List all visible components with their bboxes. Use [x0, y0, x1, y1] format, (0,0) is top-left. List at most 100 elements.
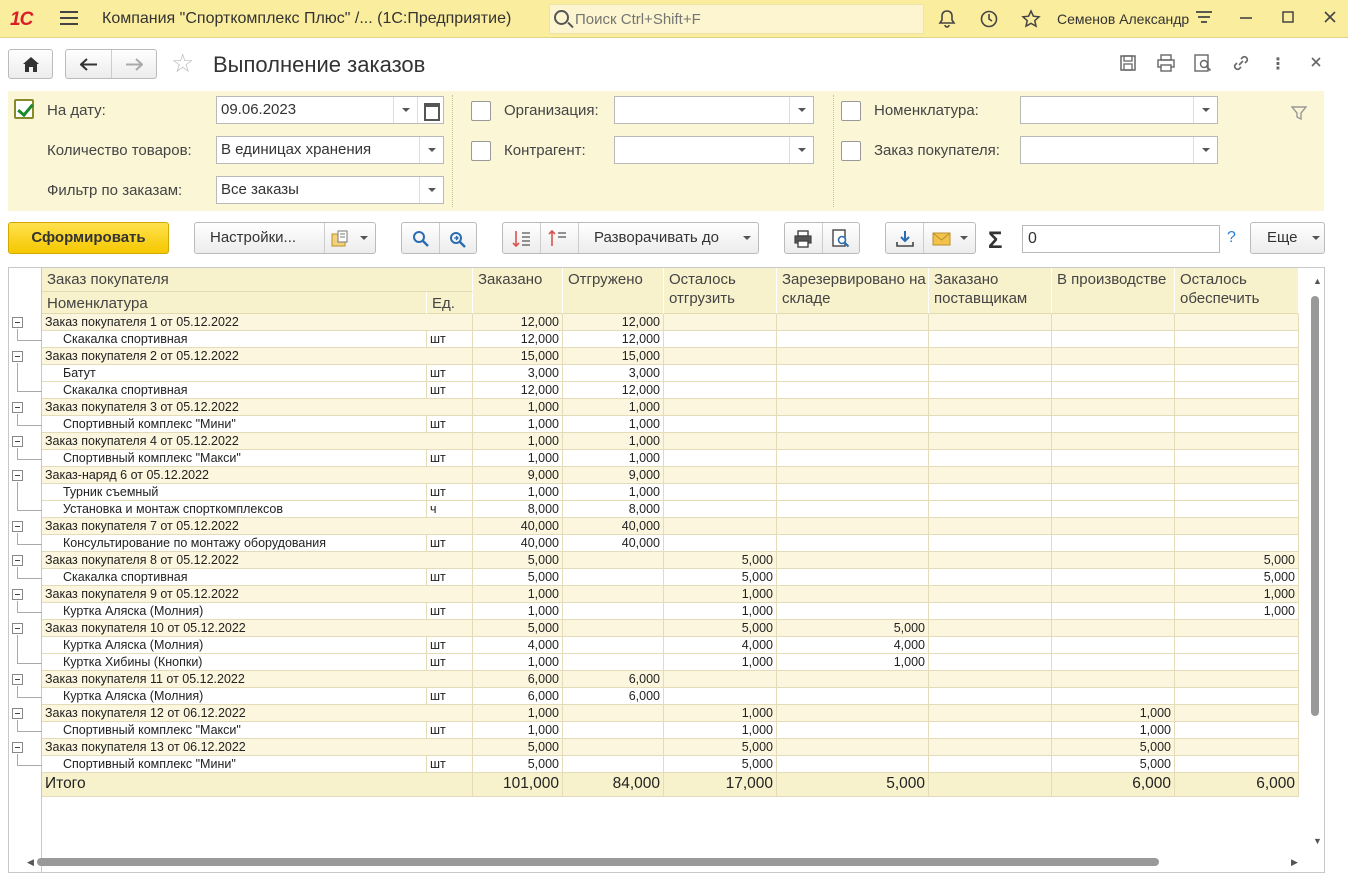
item-row[interactable]: Установка и монтаж спорткомплексов ч 8,000…: [42, 501, 1299, 518]
collapse-group-icon[interactable]: [12, 742, 23, 753]
item-row[interactable]: Скакалка спортивная шт 5,000 5,000 5,000: [42, 569, 1299, 586]
collapse-group-icon[interactable]: [12, 470, 23, 481]
item-row[interactable]: Скакалка спортивная шт 12,000 12,000: [42, 382, 1299, 399]
bell-icon[interactable]: [936, 9, 958, 31]
item-row[interactable]: Спортивный комплекс "Мини" шт 1,000 1,000: [42, 416, 1299, 433]
forward-arrow-icon[interactable]: [125, 58, 143, 71]
find-icon[interactable]: [412, 230, 430, 248]
customer-order-checkbox[interactable]: [841, 141, 861, 161]
help-icon[interactable]: ?: [1227, 229, 1236, 247]
favorites-star-icon[interactable]: [1020, 9, 1042, 31]
collapse-all-icon[interactable]: [548, 229, 568, 249]
collapse-group-icon[interactable]: [12, 623, 23, 634]
scroll-left-arrow[interactable]: ◀: [27, 857, 34, 868]
date-checkbox[interactable]: [14, 99, 34, 119]
download-icon[interactable]: [895, 230, 915, 248]
home-button[interactable]: [8, 49, 53, 79]
contractor-select[interactable]: [614, 136, 814, 164]
item-row[interactable]: Куртка Аляска (Молния) шт 4,000 4,000 4,000: [42, 637, 1299, 654]
org-select[interactable]: [614, 96, 814, 124]
close-window-icon[interactable]: [1320, 9, 1340, 29]
date-field[interactable]: 09.06.2023: [216, 96, 444, 124]
chevron-down-icon[interactable]: [419, 177, 443, 203]
collapse-group-icon[interactable]: [12, 555, 23, 566]
item-row[interactable]: Куртка Хибины (Кнопки) шт 1,000 1,000 1,000: [42, 654, 1299, 671]
qty-select[interactable]: В единицах хранения: [216, 136, 444, 164]
back-arrow-icon[interactable]: [80, 58, 98, 71]
email-icon[interactable]: [932, 231, 952, 247]
vertical-scrollbar[interactable]: [1311, 296, 1319, 716]
item-row[interactable]: Куртка Аляска (Молния) шт 6,000 6,000: [42, 688, 1299, 705]
order-group-row[interactable]: Заказ покупателя 12 от 06.12.2022 1,000 1,…: [42, 705, 1299, 722]
order-group-row[interactable]: Заказ покупателя 9 от 05.12.2022 1,000 1,0…: [42, 586, 1299, 603]
order-group-row[interactable]: Заказ покупателя 8 от 05.12.2022 5,000 5,0…: [42, 552, 1299, 569]
collapse-group-icon[interactable]: [12, 402, 23, 413]
minimize-icon[interactable]: [1236, 9, 1256, 29]
favorite-star-icon[interactable]: ☆: [171, 50, 194, 76]
expand-to-button[interactable]: Разворачивать до: [594, 223, 719, 253]
item-row[interactable]: Спортивный комплекс "Макси" шт 1,000 1,000: [42, 450, 1299, 467]
sum-icon[interactable]: Σ: [988, 227, 1002, 255]
filter-funnel-icon[interactable]: [1290, 105, 1308, 126]
item-row[interactable]: Батут шт 3,000 3,000: [42, 365, 1299, 382]
collapse-group-icon[interactable]: [12, 589, 23, 600]
customer-order-select[interactable]: [1020, 136, 1218, 164]
close-form-icon[interactable]: [1305, 54, 1327, 76]
save-icon[interactable]: [1117, 54, 1139, 76]
menu-icon[interactable]: [60, 11, 78, 27]
chevron-down-icon[interactable]: [789, 137, 813, 163]
nomenclature-select[interactable]: [1020, 96, 1218, 124]
print-icon[interactable]: [1155, 54, 1177, 76]
order-group-row[interactable]: Заказ-наряд 6 от 05.12.2022 9,000 9,000: [42, 467, 1299, 484]
order-group-row[interactable]: Заказ покупателя 2 от 05.12.2022 15,000 15…: [42, 348, 1299, 365]
contractor-checkbox[interactable]: [471, 141, 491, 161]
history-icon[interactable]: [978, 9, 1000, 31]
expand-all-icon[interactable]: [512, 229, 532, 249]
item-row[interactable]: Турник съемный шт 1,000 1,000: [42, 484, 1299, 501]
order-group-row[interactable]: Заказ покупателя 3 от 05.12.2022 1,000 1,0…: [42, 399, 1299, 416]
more-vertical-icon[interactable]: ⋮: [1267, 54, 1289, 76]
find-next-icon[interactable]: [448, 230, 468, 248]
collapse-group-icon[interactable]: [12, 351, 23, 362]
variants-folder-icon[interactable]: [331, 230, 351, 248]
order-group-row[interactable]: Заказ покупателя 10 от 05.12.2022 5,000 5,…: [42, 620, 1299, 637]
order-group-row[interactable]: Заказ покупателя 11 от 05.12.2022 6,000 6,…: [42, 671, 1299, 688]
date-dropdown-icon[interactable]: [393, 97, 417, 123]
scroll-right-arrow[interactable]: ▶: [1291, 857, 1298, 868]
item-row[interactable]: Консультирование по монтажу оборудования…: [42, 535, 1299, 552]
scroll-up-arrow[interactable]: ▲: [1313, 276, 1322, 286]
collapse-group-icon[interactable]: [12, 436, 23, 447]
chevron-down-icon[interactable]: [789, 97, 813, 123]
horizontal-scrollbar[interactable]: [37, 858, 1159, 866]
order-group-row[interactable]: Заказ покупателя 4 от 05.12.2022 1,000 1,0…: [42, 433, 1299, 450]
order-group-row[interactable]: Заказ покупателя 1 от 05.12.2022 12,000 12…: [42, 314, 1299, 331]
print-preview-icon[interactable]: [831, 229, 851, 249]
item-row[interactable]: Куртка Аляска (Молния) шт 1,000 1,000 1,000: [42, 603, 1299, 620]
settings-lines-icon[interactable]: [1194, 9, 1214, 29]
chevron-down-icon[interactable]: [1193, 97, 1217, 123]
report-spreadsheet[interactable]: Заказ покупателя Номенклатура Ед. Заказа…: [8, 267, 1325, 873]
preview-icon[interactable]: [1192, 54, 1214, 76]
global-search[interactable]: [549, 4, 924, 34]
user-name[interactable]: Семенов Александр: [1057, 11, 1189, 27]
generate-button[interactable]: Сформировать: [8, 222, 169, 254]
sum-field[interactable]: 0: [1022, 225, 1220, 253]
settings-button[interactable]: Настройки...: [210, 223, 296, 253]
chevron-down-icon[interactable]: [1193, 137, 1217, 163]
nomenclature-checkbox[interactable]: [841, 101, 861, 121]
calendar-icon[interactable]: [417, 97, 443, 123]
more-button[interactable]: Еще: [1250, 222, 1325, 254]
order-group-row[interactable]: Заказ покупателя 13 от 06.12.2022 5,000 5,…: [42, 739, 1299, 756]
app-logo[interactable]: 1С: [10, 9, 33, 31]
collapse-group-icon[interactable]: [12, 708, 23, 719]
print-icon[interactable]: [793, 230, 813, 248]
item-row[interactable]: Скакалка спортивная шт 12,000 12,000: [42, 331, 1299, 348]
maximize-icon[interactable]: [1278, 9, 1298, 29]
scroll-down-arrow[interactable]: ▼: [1313, 836, 1322, 846]
order-group-row[interactable]: Заказ покупателя 7 от 05.12.2022 40,000 40…: [42, 518, 1299, 535]
collapse-group-icon[interactable]: [12, 317, 23, 328]
link-icon[interactable]: [1230, 54, 1252, 76]
search-input[interactable]: [575, 9, 915, 29]
item-row[interactable]: Спортивный комплекс "Мини" шт 5,000 5,000 5,…: [42, 756, 1299, 773]
order-filter-select[interactable]: Все заказы: [216, 176, 444, 204]
